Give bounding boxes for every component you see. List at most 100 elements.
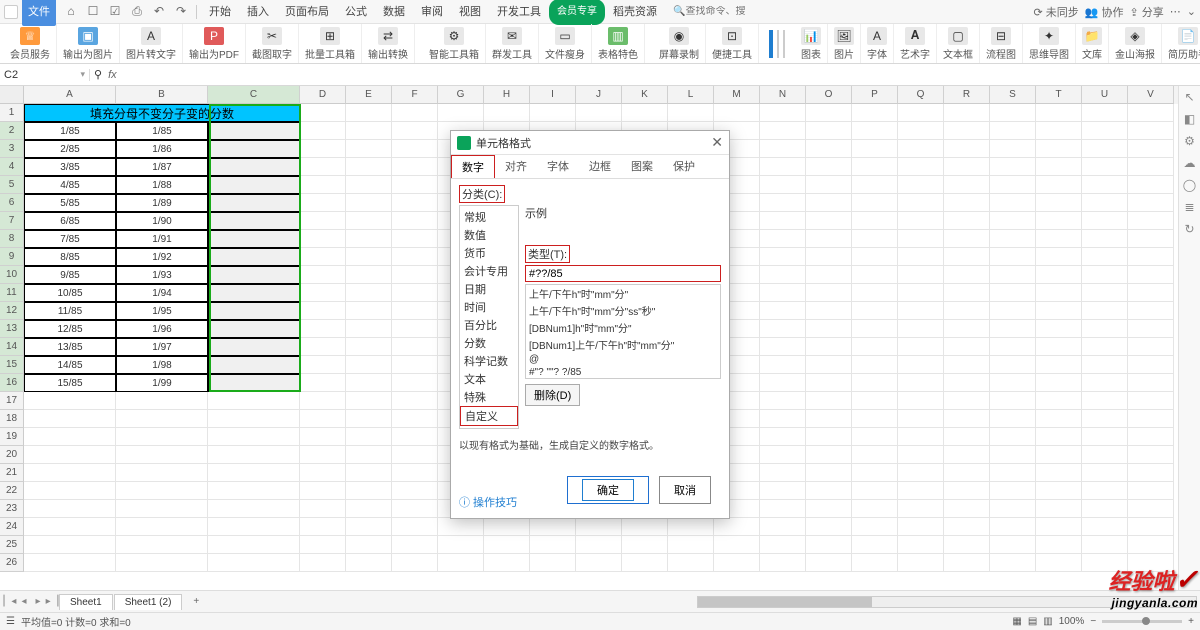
cell[interactable] bbox=[1082, 284, 1128, 302]
cell[interactable] bbox=[116, 482, 208, 500]
cell[interactable] bbox=[208, 374, 300, 392]
sheet-tab[interactable]: Sheet1 (2) bbox=[114, 594, 183, 610]
cell[interactable] bbox=[852, 428, 898, 446]
cell[interactable] bbox=[116, 428, 208, 446]
type-input[interactable] bbox=[525, 265, 721, 282]
fmt-item[interactable]: 上午/下午h"时"mm"分"ss"秒" bbox=[526, 302, 720, 319]
cell[interactable] bbox=[990, 392, 1036, 410]
cell[interactable] bbox=[346, 464, 392, 482]
cell[interactable]: 1/90 bbox=[116, 212, 208, 230]
row-header[interactable]: 9 bbox=[0, 248, 24, 266]
cell[interactable] bbox=[852, 230, 898, 248]
col-header-B[interactable]: B bbox=[116, 86, 208, 104]
cell[interactable] bbox=[760, 446, 806, 464]
cell[interactable] bbox=[944, 374, 990, 392]
format-list[interactable]: 上午/下午h"时"mm"分" 上午/下午h"时"mm"分"ss"秒" [DBNu… bbox=[525, 284, 721, 379]
cell[interactable] bbox=[530, 104, 576, 122]
cell[interactable] bbox=[300, 338, 346, 356]
cell[interactable] bbox=[208, 248, 300, 266]
row-header[interactable]: 13 bbox=[0, 320, 24, 338]
cell[interactable] bbox=[530, 554, 576, 572]
cell[interactable] bbox=[24, 464, 116, 482]
cell[interactable] bbox=[346, 554, 392, 572]
cell[interactable] bbox=[392, 410, 438, 428]
rg-pdf[interactable]: P输出为PDF bbox=[183, 24, 246, 63]
rg-chart[interactable]: 📊图表 bbox=[795, 24, 828, 63]
cell[interactable] bbox=[944, 338, 990, 356]
cell[interactable] bbox=[852, 500, 898, 518]
delete-button[interactable]: 删除(D) bbox=[525, 384, 580, 406]
cell[interactable] bbox=[898, 212, 944, 230]
cell[interactable] bbox=[1128, 392, 1174, 410]
cell[interactable] bbox=[898, 482, 944, 500]
tab-resources[interactable]: 稻壳资源 bbox=[605, 0, 665, 24]
cell[interactable] bbox=[346, 212, 392, 230]
zoom-slider[interactable] bbox=[1102, 620, 1182, 623]
cat-sci[interactable]: 科学记数 bbox=[460, 352, 518, 370]
rg-rec[interactable]: ◉屏幕录制 bbox=[653, 24, 706, 63]
cell[interactable] bbox=[852, 266, 898, 284]
cell[interactable] bbox=[1036, 302, 1082, 320]
cell[interactable] bbox=[346, 284, 392, 302]
cell[interactable] bbox=[898, 374, 944, 392]
cell[interactable] bbox=[760, 374, 806, 392]
cell[interactable] bbox=[898, 428, 944, 446]
cell[interactable] bbox=[24, 554, 116, 572]
cat-percent[interactable]: 百分比 bbox=[460, 316, 518, 334]
cell[interactable] bbox=[806, 500, 852, 518]
cell[interactable] bbox=[346, 392, 392, 410]
cell[interactable] bbox=[806, 464, 852, 482]
share-button[interactable]: ⇪ 分享 bbox=[1130, 4, 1164, 20]
cell[interactable] bbox=[208, 554, 300, 572]
cell[interactable] bbox=[1128, 518, 1174, 536]
cell[interactable] bbox=[1082, 266, 1128, 284]
cell[interactable] bbox=[898, 248, 944, 266]
cell[interactable] bbox=[944, 536, 990, 554]
cell[interactable] bbox=[1036, 230, 1082, 248]
cell[interactable] bbox=[990, 212, 1036, 230]
cell[interactable] bbox=[1036, 284, 1082, 302]
cell[interactable] bbox=[576, 554, 622, 572]
rg-mind[interactable]: ✦思维导图 bbox=[1023, 24, 1076, 63]
cell[interactable] bbox=[1128, 464, 1174, 482]
cell[interactable] bbox=[898, 338, 944, 356]
row-header[interactable]: 18 bbox=[0, 410, 24, 428]
cell[interactable] bbox=[24, 410, 116, 428]
cell[interactable] bbox=[24, 518, 116, 536]
cell[interactable] bbox=[484, 518, 530, 536]
cell[interactable] bbox=[898, 446, 944, 464]
cell[interactable] bbox=[438, 518, 484, 536]
cancel-button[interactable]: 取消 bbox=[659, 476, 711, 504]
cell[interactable] bbox=[852, 356, 898, 374]
col-header[interactable]: N bbox=[760, 86, 806, 104]
cell[interactable]: 1/87 bbox=[116, 158, 208, 176]
cell[interactable] bbox=[760, 284, 806, 302]
cell[interactable] bbox=[300, 554, 346, 572]
cell[interactable] bbox=[346, 482, 392, 500]
cell[interactable] bbox=[392, 320, 438, 338]
cell[interactable] bbox=[300, 410, 346, 428]
tab-pattern[interactable]: 图案 bbox=[621, 155, 663, 178]
row-header[interactable]: 23 bbox=[0, 500, 24, 518]
ok-button[interactable]: 确定 bbox=[582, 479, 634, 501]
cell[interactable] bbox=[346, 140, 392, 158]
cell[interactable] bbox=[300, 248, 346, 266]
cell[interactable]: 1/97 bbox=[116, 338, 208, 356]
cell[interactable] bbox=[438, 104, 484, 122]
cell[interactable] bbox=[1082, 140, 1128, 158]
cell[interactable] bbox=[898, 194, 944, 212]
col-header[interactable]: V bbox=[1128, 86, 1174, 104]
style-icon[interactable]: ◧ bbox=[1182, 112, 1198, 128]
cell[interactable] bbox=[300, 122, 346, 140]
col-header[interactable]: Q bbox=[898, 86, 944, 104]
close-button[interactable]: ✕ bbox=[711, 134, 723, 151]
qat-print-icon[interactable]: ⎙ bbox=[129, 4, 145, 20]
cell[interactable] bbox=[852, 194, 898, 212]
cell[interactable] bbox=[346, 356, 392, 374]
cell[interactable] bbox=[806, 248, 852, 266]
cell[interactable] bbox=[760, 428, 806, 446]
rg-member[interactable]: ♕会员服务 bbox=[4, 24, 57, 63]
cell[interactable]: 6/85 bbox=[24, 212, 116, 230]
cell[interactable] bbox=[1128, 230, 1174, 248]
cell[interactable] bbox=[392, 482, 438, 500]
